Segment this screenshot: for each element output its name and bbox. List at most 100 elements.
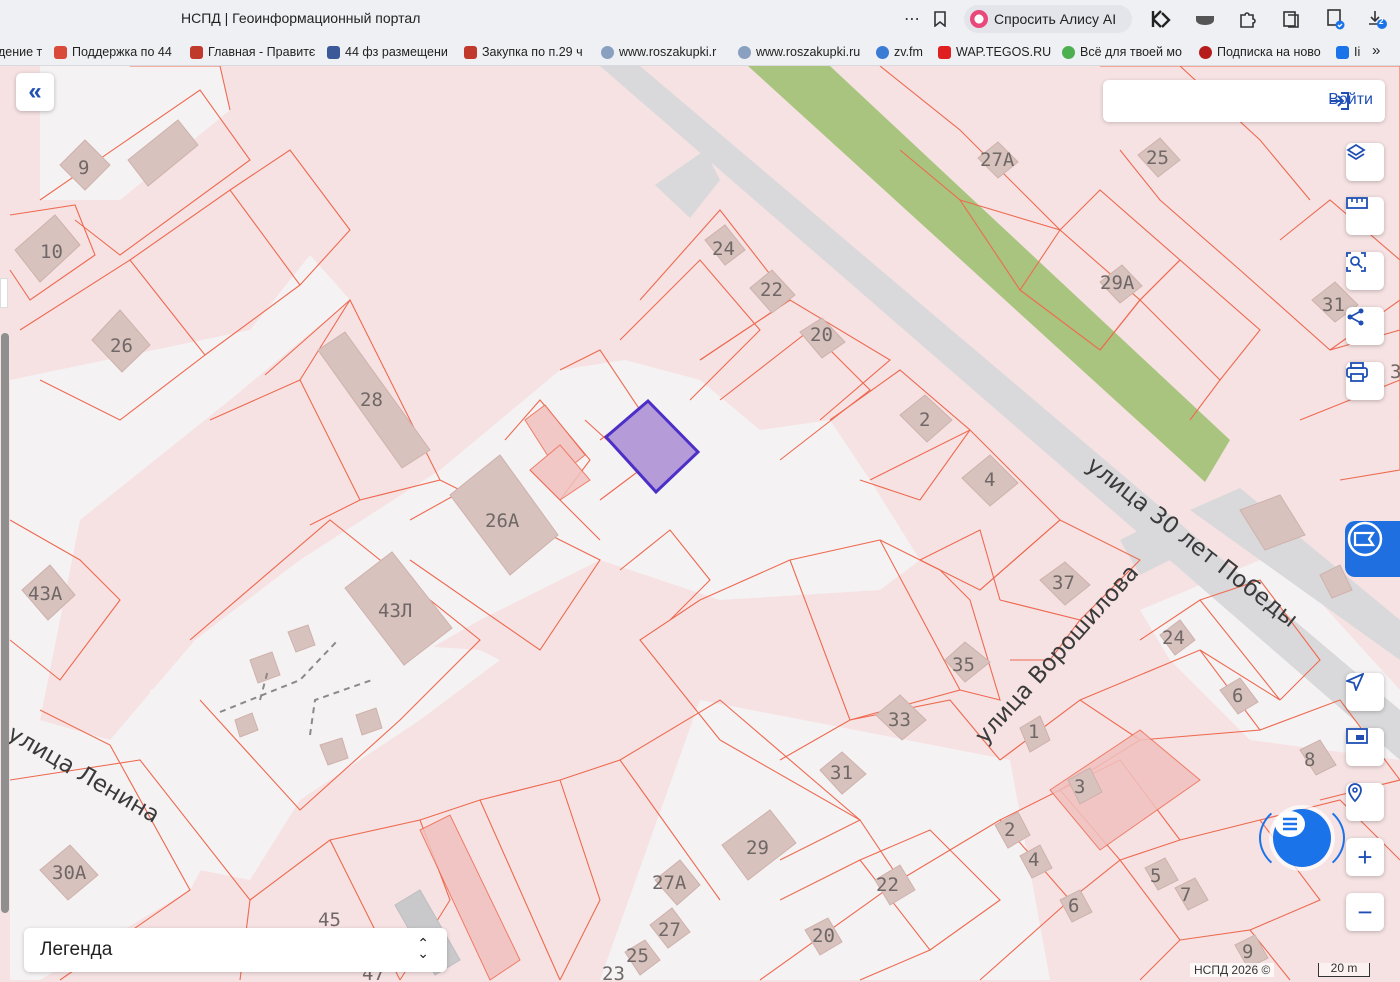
parcel-label: 5 — [1150, 865, 1161, 887]
map-canvas[interactable]: 9 10 26 28 26А 43Л 43А 30А 45 47 24 22 2… — [0, 66, 1400, 982]
parcel-label: 27 — [658, 919, 681, 941]
bookmark-favicon — [601, 45, 614, 59]
parcel-label: 2 — [919, 409, 930, 431]
collapse-panel-button[interactable]: « — [16, 73, 54, 111]
parcel-label: 37 — [1052, 572, 1075, 594]
collections-icon[interactable] — [1279, 7, 1303, 31]
legend-label: Легенда — [40, 939, 113, 960]
bookmark-item[interactable]: Всё для твоей мо — [1062, 45, 1188, 59]
parcel-label: 20 — [812, 925, 835, 947]
minimap-icon[interactable] — [1346, 728, 1384, 766]
area-select-icon[interactable] — [1346, 252, 1384, 290]
legend-panel[interactable]: Легенда ⌃ ⌄ — [24, 928, 447, 972]
chat-assistant-button[interactable] — [1273, 809, 1331, 867]
map-scale: 20 m — [1318, 962, 1370, 977]
bookmark-favicon — [1062, 45, 1075, 59]
cadastral-map[interactable]: 9 10 26 28 26А 43Л 43А 30А 45 47 24 22 2… — [0, 66, 1400, 982]
extension-k-icon[interactable] — [1149, 7, 1173, 31]
parcel-label: 3 — [1390, 361, 1400, 383]
bookmark-favicon — [327, 45, 340, 59]
bookmark-favicon — [938, 45, 951, 59]
parcel-label: 10 — [40, 241, 63, 263]
parcel-label: 43А — [28, 583, 63, 605]
ask-alisa-button[interactable]: Спросить Алису AI — [964, 5, 1132, 33]
parcel-label: 3 — [1074, 776, 1085, 798]
document-check-icon[interactable] — [1323, 7, 1347, 31]
parcel-label: 31 — [830, 762, 853, 784]
parcel-label: 4 — [1028, 849, 1039, 871]
parcel-label: 29 — [746, 837, 769, 859]
parcel-label: 27А — [980, 149, 1015, 171]
parcel-label: 27А — [652, 872, 687, 894]
downloads-icon[interactable]: 2 — [1365, 7, 1389, 31]
bookmark-item[interactable]: www.roszakupki.r — [601, 45, 727, 59]
parcel-label: 30А — [52, 862, 87, 884]
parcel-label: 26А — [485, 510, 520, 532]
login-icon — [1330, 92, 1350, 110]
parcel-label: 25 — [1146, 147, 1169, 169]
downloads-badge: 2 — [1379, 17, 1384, 26]
bookmark-favicon — [738, 45, 751, 59]
bookmark-favicon — [54, 45, 67, 59]
bookmark-favicon — [876, 45, 889, 59]
bookmark-item[interactable]: Подписка на ново — [1199, 45, 1325, 59]
bookmark-favicon — [190, 45, 203, 59]
parcel-label: 22 — [760, 279, 783, 301]
bookmark-item[interactable]: zv.fm — [876, 45, 928, 59]
bookmark-item[interactable]: Закупка по п.29 ч — [464, 45, 588, 59]
bookmark-icon[interactable] — [928, 7, 952, 31]
parcel-label: 33 — [888, 709, 911, 731]
extensions-puzzle-icon[interactable] — [1235, 7, 1259, 31]
bookmarks-bar: дение т Поддержка по 44 Главная - Правит… — [0, 38, 1400, 66]
parcel-label: 2 — [1004, 819, 1015, 841]
gosuslugi-feedback-button[interactable] — [1345, 521, 1400, 577]
open-areas — [10, 66, 1400, 980]
ruler-icon[interactable] — [1346, 197, 1384, 235]
chat-icon — [1275, 811, 1305, 837]
parcel-label: 29А — [1100, 272, 1135, 294]
geolocation-icon[interactable] — [1346, 673, 1384, 711]
parcel-label: 20 — [810, 324, 833, 346]
bookmark-item[interactable]: Главная - Правитє — [190, 45, 316, 59]
login-panel: Войти — [1103, 80, 1385, 122]
parcel-label: 7 — [1180, 884, 1191, 906]
share-icon[interactable] — [1346, 307, 1384, 345]
page-title: НСПД | Геоинформационный портал — [181, 10, 421, 26]
print-icon[interactable] — [1346, 362, 1384, 400]
browser-titlebar: НСПД | Геоинформационный портал ⋯ Спроси… — [0, 0, 1400, 38]
bookmark-favicon — [464, 45, 477, 59]
parcel-label: 31 — [1322, 294, 1345, 316]
bookmark-item[interactable]: дение т — [0, 45, 44, 59]
bookmark-item[interactable]: WAP.TEGOS.RU — [938, 45, 1054, 59]
more-dots-icon[interactable]: ⋯ — [900, 7, 924, 31]
parcel-label: 35 — [952, 654, 975, 676]
scrollbar-thumb[interactable] — [1, 333, 9, 913]
panel-edge-handle[interactable] — [0, 278, 8, 308]
bookmark-item[interactable]: 44 фз размещени — [327, 45, 452, 59]
parcel-label: 28 — [360, 389, 383, 411]
parcel-label: 43Л — [378, 600, 412, 622]
bookmarks-overflow-button[interactable]: » — [1372, 42, 1380, 59]
login-button[interactable]: Войти — [1328, 91, 1373, 110]
layers-icon[interactable] — [1346, 143, 1384, 181]
parcel-label: 24 — [1162, 627, 1185, 649]
parcel-label: 8 — [1304, 749, 1315, 771]
parcel-label: 4 — [984, 469, 995, 491]
zoom-out-icon[interactable]: − — [1346, 893, 1384, 931]
bookmark-favicon — [1199, 45, 1212, 59]
extension-cap-icon[interactable] — [1193, 7, 1217, 31]
zoom-in-icon[interactable]: + — [1346, 838, 1384, 876]
bookmark-item[interactable]: Ii — [1336, 45, 1364, 59]
legend-expand-icon[interactable]: ⌃ ⌄ — [417, 936, 429, 960]
parcel-label: 1 — [1028, 721, 1039, 743]
search-location-icon[interactable] — [1346, 783, 1384, 821]
parcel-label: 6 — [1068, 895, 1079, 917]
parcel-label: 9 — [1242, 941, 1253, 963]
parcel-label: 9 — [78, 157, 89, 179]
bookmark-favicon — [1336, 45, 1349, 59]
feedback-icon — [1347, 521, 1383, 557]
bookmark-item[interactable]: www.roszakupki.ru — [738, 45, 864, 59]
parcel-label: 26 — [110, 335, 133, 357]
map-scrollbar[interactable] — [0, 321, 10, 981]
bookmark-item[interactable]: Поддержка по 44 — [54, 45, 178, 59]
